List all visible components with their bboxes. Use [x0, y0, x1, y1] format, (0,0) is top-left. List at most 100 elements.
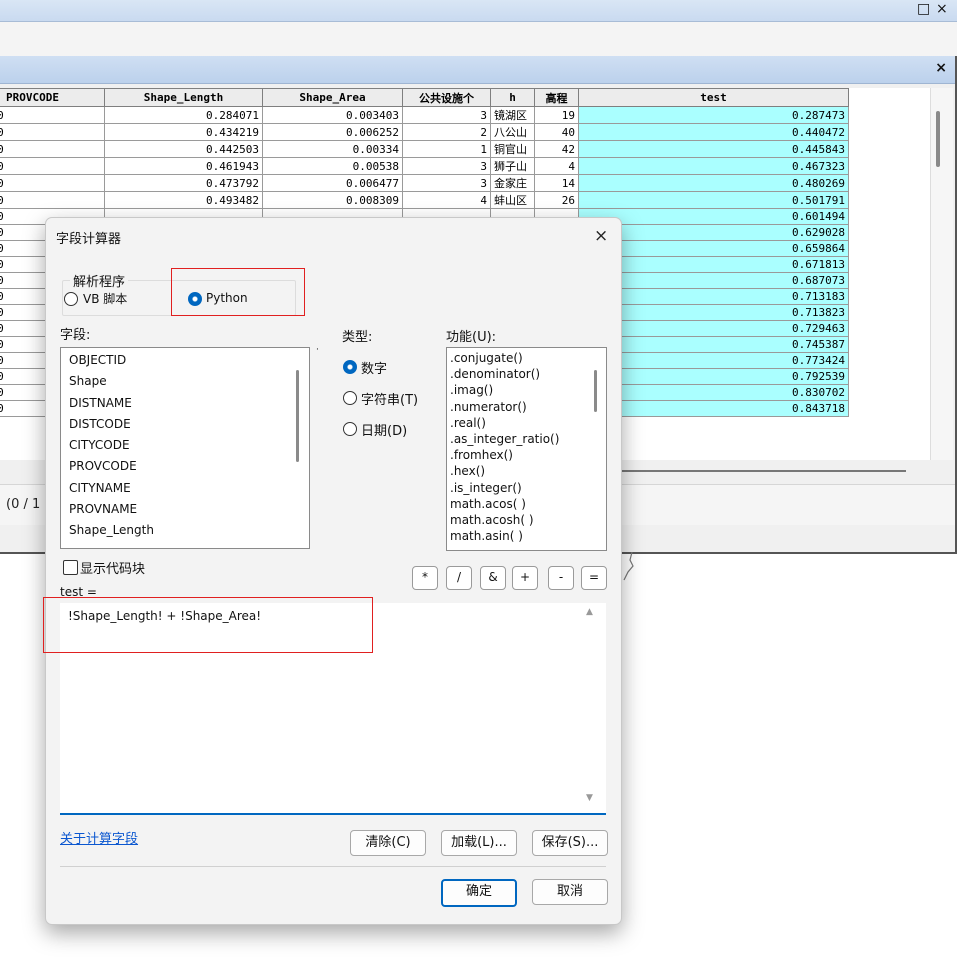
table-cell: 0.284071 [104, 106, 263, 124]
functions-scroll-thumb[interactable] [594, 370, 597, 412]
fields-label: 字段: [60, 328, 91, 343]
load-button[interactable]: 加载(L)... [441, 830, 517, 856]
type-radio[interactable] [343, 391, 357, 405]
maximize-icon[interactable]: □ [917, 1, 930, 17]
table-scroll-thumb[interactable] [936, 111, 940, 167]
function-list-item[interactable]: .numerator() [447, 399, 606, 415]
field-list-item[interactable]: OBJECTID [61, 350, 309, 371]
table-cell: 0.006252 [262, 123, 403, 141]
table-cell: 0.445843 [578, 140, 849, 158]
field-list-item[interactable]: Shape [61, 371, 309, 392]
column-header[interactable]: 高程 [534, 88, 579, 107]
table-row[interactable]: 3400000.4934820.0083094蚌山区260.501791 [0, 191, 849, 209]
table-cell: 4 [534, 157, 579, 175]
table-row[interactable]: 3400000.4342190.0062522八公山400.440472 [0, 123, 849, 141]
function-list-item[interactable]: .conjugate() [447, 350, 606, 366]
function-list-item[interactable]: .hex() [447, 463, 606, 479]
table-row[interactable]: 3400000.4425030.003341铜官山420.445843 [0, 140, 849, 158]
field-list-item[interactable]: DISTNAME [61, 393, 309, 414]
operator-button[interactable]: & [480, 566, 506, 590]
expr-scroll-down-icon[interactable]: ▼ [586, 793, 593, 803]
ok-button[interactable]: 确定 [441, 879, 517, 907]
save-button[interactable]: 保存(S)... [532, 830, 608, 856]
function-list-item[interactable]: .is_integer() [447, 480, 606, 496]
column-header[interactable]: Shape_Length [104, 88, 263, 107]
table-vertical-scrollbar[interactable] [930, 88, 953, 460]
operator-button[interactable]: - [548, 566, 574, 590]
function-list-item[interactable]: math.acos( ) [447, 496, 606, 512]
cancel-button[interactable]: 取消 [532, 879, 608, 905]
type-option-label: 日期(D) [361, 424, 408, 439]
expr-scroll-up-icon[interactable]: ▲ [586, 607, 593, 617]
table-cell: 0.473792 [104, 174, 263, 192]
parser-group-label: 解析程序 [70, 271, 129, 290]
field-list-item[interactable]: PROVNAME [61, 499, 309, 520]
field-list-item[interactable]: Shape_Length [61, 520, 309, 541]
operator-button[interactable]: * [412, 566, 438, 590]
operator-button[interactable]: = [581, 566, 607, 590]
table-cell: 0.434219 [104, 123, 263, 141]
column-header[interactable]: test [578, 88, 849, 107]
table-cell: 3 [402, 157, 491, 175]
table-row[interactable]: 3400000.4737920.0064773金家庄140.480269 [0, 174, 849, 192]
operator-button[interactable]: / [446, 566, 472, 590]
table-cell: 340000 [0, 157, 105, 175]
function-list-item[interactable]: math.acosh( ) [447, 512, 606, 528]
function-list-item[interactable]: math.asin( ) [447, 528, 606, 544]
close-icon[interactable]: × [936, 1, 948, 17]
table-horizontal-scrollbar[interactable] [578, 470, 906, 472]
table-cell: 340000 [0, 191, 105, 209]
table-titlebar: × [0, 56, 955, 84]
fields-listbox[interactable]: OBJECTID Shape DISTNAME DISTCODE CITYCODE PRO… [60, 347, 310, 549]
show-codeblock-label: 显示代码块 [80, 562, 146, 577]
type-option-label: 字符串(T) [361, 393, 419, 408]
map-feature-fragment [623, 552, 634, 581]
field-list-item[interactable]: CITYNAME [61, 478, 309, 499]
table-cell: 0.501791 [578, 191, 849, 209]
type-label: 类型: [342, 330, 373, 345]
table-cell: 3 [402, 174, 491, 192]
fields-scroll-thumb[interactable] [296, 370, 299, 462]
function-list-item[interactable]: .imag() [447, 382, 606, 398]
table-cell: 0.480269 [578, 174, 849, 192]
parser-vb-radio[interactable] [64, 292, 78, 306]
field-list-item[interactable]: CITYCODE [61, 435, 309, 456]
column-header[interactable]: h [490, 88, 535, 107]
function-list-item[interactable]: .real() [447, 415, 606, 431]
table-cell: 0.442503 [104, 140, 263, 158]
fields-scroll-marker: · [316, 345, 319, 355]
table-cell: 金家庄 [490, 174, 535, 192]
type-radio[interactable] [343, 422, 357, 436]
table-cell: 八公山 [490, 123, 535, 141]
table-cell: 蚌山区 [490, 191, 535, 209]
column-header[interactable]: Shape_Area [262, 88, 403, 107]
functions-listbox[interactable]: .conjugate() .denominator() .imag() .numera… [446, 347, 607, 551]
table-cell: 0.440472 [578, 123, 849, 141]
table-row[interactable]: 3400000.4619430.005383狮子山40.467323 [0, 157, 849, 175]
table-cell: 14 [534, 174, 579, 192]
field-list-item[interactable]: PROVCODE [61, 456, 309, 477]
operator-button[interactable]: + [512, 566, 538, 590]
dialog-close-icon[interactable]: × [594, 226, 608, 246]
about-calculate-field-link[interactable]: 关于计算字段 [60, 828, 138, 847]
clear-button[interactable]: 清除(C) [350, 830, 426, 856]
function-list-item[interactable]: .denominator() [447, 366, 606, 382]
selection-count: (0 / 1 [6, 497, 41, 512]
table-cell: 镜湖区 [490, 106, 535, 124]
table-cell: 2 [402, 123, 491, 141]
table-cell: 42 [534, 140, 579, 158]
table-cell: 0.00334 [262, 140, 403, 158]
column-header[interactable]: PROVCODE [0, 88, 105, 107]
function-list-item[interactable]: .fromhex() [447, 447, 606, 463]
column-header[interactable]: 公共设施个 [402, 88, 491, 107]
function-list-item[interactable]: .as_integer_ratio() [447, 431, 606, 447]
expression-highlight-box [43, 597, 373, 653]
functions-label: 功能(U): [446, 330, 497, 345]
type-radio[interactable] [343, 360, 357, 374]
table-cell: 40 [534, 123, 579, 141]
table-close-icon[interactable]: × [935, 60, 947, 76]
show-codeblock-checkbox[interactable] [63, 560, 78, 575]
table-row[interactable]: 3400000.2840710.0034033镜湖区190.287473 [0, 106, 849, 124]
table-cell: 0.003403 [262, 106, 403, 124]
field-list-item[interactable]: DISTCODE [61, 414, 309, 435]
